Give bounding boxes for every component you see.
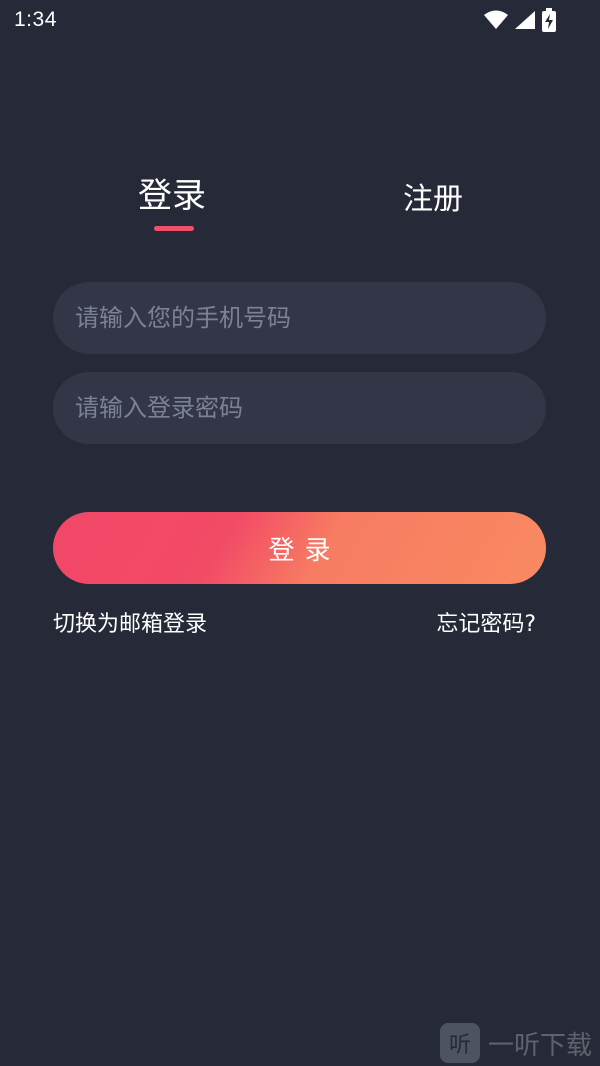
watermark: 听 一听下载 bbox=[440, 1020, 600, 1066]
switch-email-login-link[interactable]: 切换为邮箱登录 bbox=[53, 606, 207, 638]
phone-input[interactable] bbox=[53, 282, 546, 354]
password-field-container bbox=[53, 372, 546, 444]
watermark-text: 一听下载 bbox=[488, 1030, 593, 1061]
status-time: 1:34 bbox=[14, 8, 57, 31]
battery-charging-icon bbox=[542, 8, 556, 32]
status-icons bbox=[484, 8, 556, 32]
tab-login[interactable]: 登录 bbox=[138, 168, 206, 217]
watermark-logo-icon: 听 bbox=[440, 1023, 480, 1063]
wifi-icon bbox=[484, 10, 508, 30]
forgot-password-link[interactable]: 忘记密码? bbox=[436, 606, 536, 638]
login-button[interactable]: 登录 bbox=[53, 512, 546, 584]
status-bar: 1:34 bbox=[0, 0, 600, 40]
tab-register[interactable]: 注册 bbox=[403, 174, 463, 218]
phone-field-container bbox=[53, 282, 546, 354]
active-tab-indicator bbox=[154, 226, 194, 231]
password-input[interactable] bbox=[53, 372, 546, 444]
auth-tabs: 登录 注册 bbox=[0, 168, 600, 238]
cellular-signal-icon bbox=[514, 10, 536, 30]
